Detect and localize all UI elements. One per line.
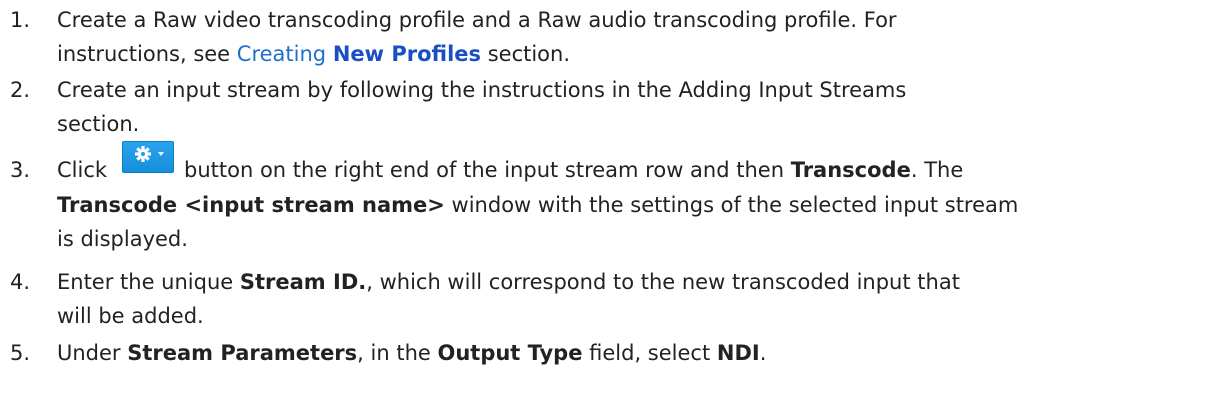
step-text-line: button on the right end of the input str…: [184, 158, 964, 182]
step-text-line: Transcode <input stream name> window wit…: [57, 193, 1019, 217]
step-text-line: Click: [57, 158, 108, 182]
step-number: 1.: [10, 8, 31, 32]
step-number: 3.: [10, 158, 31, 182]
step-text-line: Enter the unique Stream ID., which will …: [57, 270, 960, 294]
step-text-line: Under Stream Parameters, in the Output T…: [57, 341, 767, 365]
creating-new-profiles-link[interactable]: Creating New Profiles: [237, 42, 481, 66]
step-text-line: is displayed.: [57, 227, 188, 251]
instruction-list: 1. Create a Raw video transcoding profil…: [0, 0, 1207, 414]
step-text-line: Create a Raw video transcoding profile a…: [57, 8, 897, 32]
gear-dropdown-button[interactable]: [122, 141, 174, 173]
step-number: 2.: [10, 78, 31, 102]
step-text-line: section.: [57, 112, 140, 136]
step-text-line: Create an input stream by following the …: [57, 78, 907, 102]
step-text-line: instructions, see Creating New Profiles …: [57, 42, 571, 66]
gear-dropdown-icon: [135, 146, 164, 162]
step-number: 5.: [10, 341, 31, 365]
step-number: 4.: [10, 270, 31, 294]
step-text-line: will be added.: [57, 304, 204, 328]
